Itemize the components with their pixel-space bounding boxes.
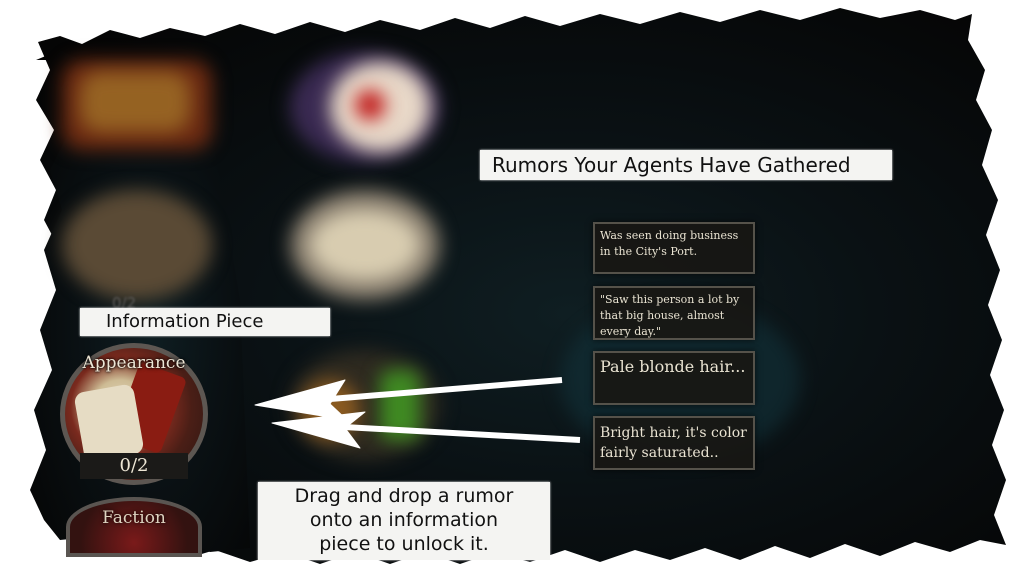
- instruction-line-3: piece to unlock it.: [319, 533, 489, 555]
- instruction-line-2: onto an information: [309, 509, 499, 531]
- arrow-pointer-icon: [271, 411, 581, 449]
- game-screen: 0/2 Rumors Your Agents Have Gathered Inf…: [0, 0, 1024, 574]
- instruction-line-1: Drag and drop a rumor: [294, 485, 514, 507]
- arrow-pointer-icon: [254, 377, 563, 421]
- instruction-box: Drag and drop a rumor onto an informatio…: [258, 482, 550, 560]
